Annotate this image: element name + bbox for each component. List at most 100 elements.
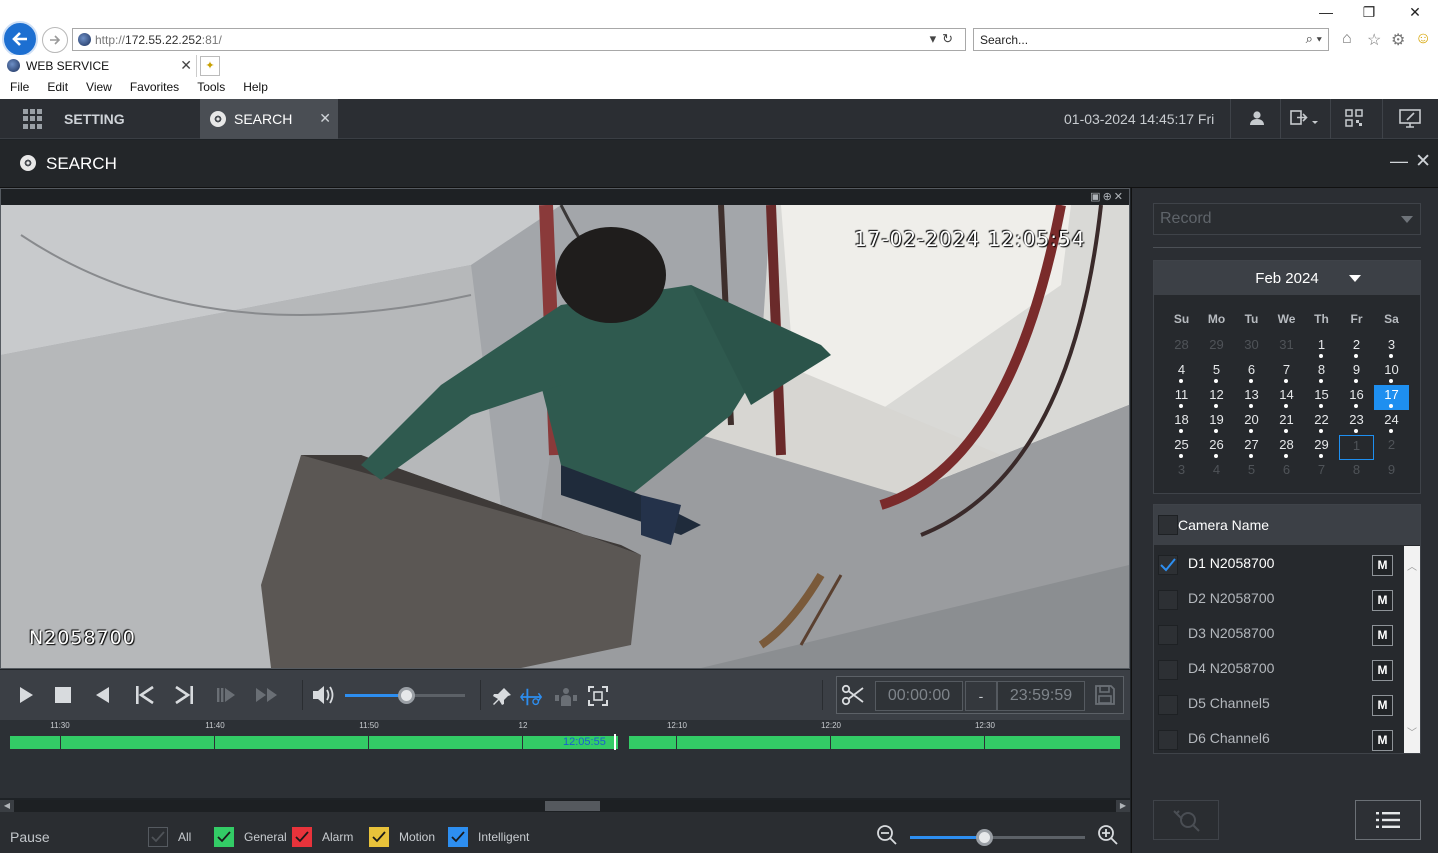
dropdown-icon[interactable]: ▾ bbox=[930, 31, 943, 46]
calendar-day[interactable]: 9 bbox=[1339, 360, 1374, 385]
zoom-knob[interactable] bbox=[976, 829, 994, 846]
legend-intelligent[interactable]: Intelligent bbox=[448, 827, 529, 847]
menu-tools[interactable]: Tools bbox=[188, 80, 234, 98]
legend-motion[interactable]: Motion bbox=[369, 827, 435, 847]
camera-mode-button[interactable]: M bbox=[1372, 660, 1393, 681]
zoom-out-button[interactable] bbox=[876, 824, 898, 851]
legend-checkbox[interactable] bbox=[214, 827, 234, 847]
select-all-checkbox[interactable] bbox=[1158, 515, 1178, 535]
smart-search-button[interactable] bbox=[1153, 800, 1219, 840]
stop-button[interactable] bbox=[51, 683, 75, 707]
video-frame[interactable]: 17-02-2024 12:05:54 N2058700 bbox=[1, 205, 1129, 668]
menu-file[interactable]: File bbox=[0, 80, 38, 98]
home-icon[interactable]: ⌂ bbox=[1342, 30, 1352, 48]
fullscreen-button[interactable] bbox=[586, 684, 610, 708]
calendar-day[interactable]: 28 bbox=[1269, 435, 1304, 460]
calendar-day[interactable]: 19 bbox=[1199, 410, 1234, 435]
next-frame-button[interactable] bbox=[172, 683, 196, 707]
camera-checkbox[interactable] bbox=[1158, 590, 1178, 610]
tab-setting[interactable]: SETTING bbox=[0, 99, 200, 139]
timeline[interactable]: 11:30 11:40 11:50 12 12:10 12:20 12:30 1… bbox=[0, 720, 1130, 798]
legend-checkbox[interactable] bbox=[369, 827, 389, 847]
snapshot-icon[interactable]: ▣ bbox=[1090, 191, 1102, 203]
calendar-day[interactable]: 23 bbox=[1339, 410, 1374, 435]
close-tab-icon[interactable]: ✕ bbox=[319, 110, 331, 127]
calendar-day[interactable]: 8 bbox=[1304, 360, 1339, 385]
scrollbar-thumb[interactable] bbox=[545, 801, 600, 811]
favorites-star-icon[interactable]: ☆ bbox=[1367, 30, 1381, 50]
play-button[interactable] bbox=[14, 683, 38, 707]
calendar-day[interactable]: 24 bbox=[1374, 410, 1409, 435]
calendar-day[interactable]: 31 bbox=[1269, 335, 1304, 360]
camera-list-scrollbar[interactable]: ︿ ﹀ bbox=[1404, 546, 1420, 753]
calendar-day[interactable]: 22 bbox=[1304, 410, 1339, 435]
previous-frame-button[interactable] bbox=[133, 683, 157, 707]
tab-search[interactable]: SEARCH ✕ bbox=[200, 99, 338, 139]
display-icon[interactable] bbox=[1399, 109, 1421, 134]
qrcode-icon[interactable] bbox=[1345, 109, 1363, 132]
calendar-day[interactable]: 4 bbox=[1164, 360, 1199, 385]
camera-checkbox[interactable] bbox=[1158, 625, 1178, 645]
menu-help[interactable]: Help bbox=[234, 80, 277, 98]
play-backward-button[interactable] bbox=[90, 683, 114, 707]
scroll-down-icon[interactable]: ﹀ bbox=[1407, 724, 1417, 739]
calendar-month-picker[interactable]: Feb 2024 bbox=[1154, 261, 1420, 295]
calendar-day[interactable]: 8 bbox=[1339, 460, 1374, 485]
calendar-day[interactable]: 9 bbox=[1374, 460, 1409, 485]
clip-end-time[interactable]: 23:59:59 bbox=[997, 681, 1085, 711]
clip-start-time[interactable]: 00:00:00 bbox=[875, 681, 963, 711]
smart-tracking-button[interactable] bbox=[554, 685, 578, 709]
search-icon[interactable]: ⌕ ▾ bbox=[1306, 31, 1322, 47]
volume-button[interactable] bbox=[311, 683, 335, 707]
calendar-day[interactable]: 26 bbox=[1199, 435, 1234, 460]
calendar-day[interactable]: 25 bbox=[1164, 435, 1199, 460]
calendar-day[interactable]: 12 bbox=[1199, 385, 1234, 410]
calendar-day[interactable]: 15 bbox=[1304, 385, 1339, 410]
calendar-day[interactable]: 6 bbox=[1269, 460, 1304, 485]
save-clip-button[interactable] bbox=[1093, 683, 1117, 707]
timeline-scrollbar[interactable]: ◀ ▶ bbox=[0, 800, 1130, 812]
calendar-day[interactable]: 29 bbox=[1304, 435, 1339, 460]
scroll-right-icon[interactable]: ▶ bbox=[1116, 800, 1130, 812]
calendar-day[interactable]: 3 bbox=[1374, 335, 1409, 360]
calendar-day[interactable]: 5 bbox=[1234, 460, 1269, 485]
volume-knob[interactable] bbox=[398, 687, 416, 704]
calendar-day[interactable]: 5 bbox=[1199, 360, 1234, 385]
volume-slider[interactable] bbox=[345, 687, 465, 704]
camera-row[interactable]: D2 N2058700 M bbox=[1154, 581, 1404, 616]
new-tab-button[interactable]: ✦ bbox=[200, 56, 220, 76]
back-button[interactable] bbox=[2, 21, 38, 57]
camera-row[interactable]: D4 N2058700 M bbox=[1154, 651, 1404, 686]
zoom-in-button[interactable] bbox=[1097, 824, 1119, 851]
calendar-day[interactable]: 6 bbox=[1234, 360, 1269, 385]
calendar-day[interactable]: 30 bbox=[1234, 335, 1269, 360]
address-tools[interactable]: ▾↻ bbox=[930, 31, 959, 47]
calendar-day[interactable]: 27 bbox=[1234, 435, 1269, 460]
camera-mode-button[interactable]: M bbox=[1372, 695, 1393, 716]
calendar-day[interactable]: 2 bbox=[1374, 435, 1409, 460]
legend-alarm[interactable]: Alarm bbox=[292, 827, 353, 847]
legend-checkbox[interactable] bbox=[448, 827, 468, 847]
list-view-button[interactable] bbox=[1355, 800, 1421, 840]
camera-mode-button[interactable]: M bbox=[1372, 590, 1393, 611]
calendar-day[interactable]: 20 bbox=[1234, 410, 1269, 435]
calendar-day[interactable]: 3 bbox=[1164, 460, 1199, 485]
calendar-day[interactable]: 21 bbox=[1269, 410, 1304, 435]
restore-icon[interactable]: ❐ bbox=[1357, 4, 1381, 21]
camera-mode-button[interactable]: M bbox=[1372, 625, 1393, 646]
menu-view[interactable]: View bbox=[77, 80, 121, 98]
camera-checkbox[interactable] bbox=[1158, 695, 1178, 715]
calendar-day[interactable]: 29 bbox=[1199, 335, 1234, 360]
minimize-panel-icon[interactable]: — bbox=[1390, 151, 1408, 172]
minimize-icon[interactable]: — bbox=[1314, 4, 1338, 20]
digital-zoom-icon[interactable]: ⊕ bbox=[1103, 191, 1114, 203]
fisheye-button[interactable] bbox=[520, 685, 544, 709]
user-icon[interactable] bbox=[1248, 109, 1266, 132]
camera-checkbox[interactable] bbox=[1158, 555, 1178, 575]
pin-button[interactable] bbox=[490, 685, 514, 709]
calendar-day[interactable]: 10 bbox=[1374, 360, 1409, 385]
address-bar[interactable]: http://172.55.22.252:81/ ▾↻ bbox=[72, 28, 966, 51]
camera-row[interactable]: D1 N2058700 M bbox=[1154, 546, 1404, 581]
menu-favorites[interactable]: Favorites bbox=[121, 80, 188, 98]
camera-checkbox[interactable] bbox=[1158, 660, 1178, 680]
